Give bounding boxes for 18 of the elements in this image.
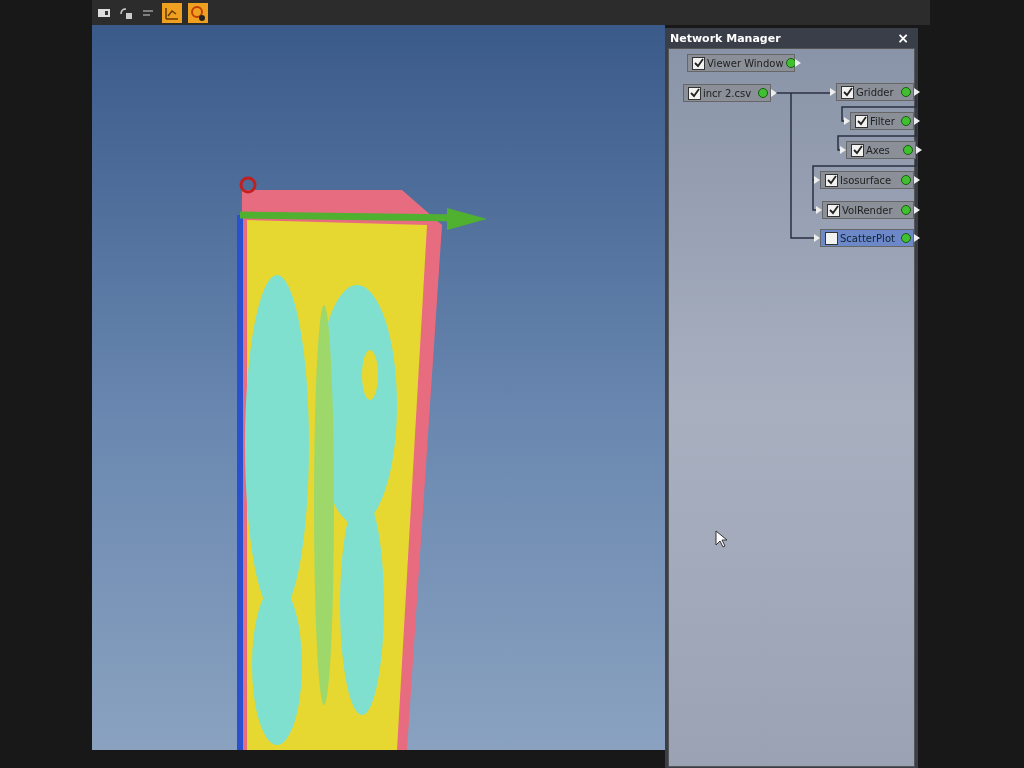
network-node[interactable]: VolRender	[822, 201, 914, 219]
node-label: Filter	[870, 115, 896, 127]
node-label: Viewer Window	[707, 57, 784, 69]
node-label: Axes	[866, 144, 891, 156]
network-node[interactable]: ScatterPlot	[820, 229, 914, 247]
network-node[interactable]: incr 2.csv	[683, 84, 771, 102]
network-node[interactable]: Axes	[846, 141, 916, 159]
network-node[interactable]: Viewer Window	[687, 54, 795, 72]
network-node[interactable]: Filter	[850, 112, 914, 130]
node-label: Gridder	[856, 86, 895, 98]
network-node[interactable]: Isosurface	[820, 171, 914, 189]
close-button[interactable]: ×	[893, 30, 913, 46]
node-label: ScatterPlot	[840, 232, 896, 244]
node-label: incr 2.csv	[703, 87, 753, 99]
panel-title: Network Manager	[670, 31, 781, 45]
network-node[interactable]: Gridder	[836, 83, 914, 101]
node-label: Isosurface	[840, 174, 893, 186]
node-label: VolRender	[842, 204, 894, 216]
